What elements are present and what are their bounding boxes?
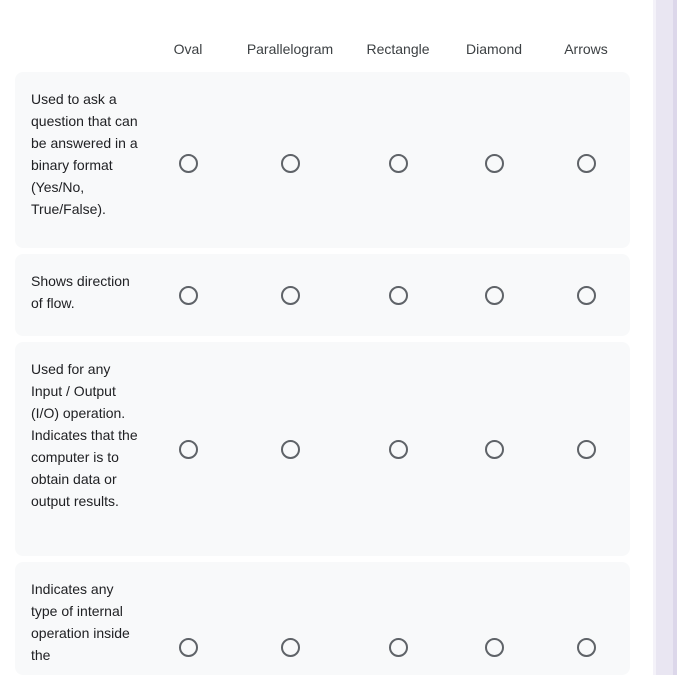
grid-row: Used for any Input / Output (I/O) operat… <box>15 342 630 556</box>
radio-option-0[interactable] <box>170 629 206 665</box>
radio-circle-icon <box>388 153 408 173</box>
radio-circle-icon <box>178 153 198 173</box>
radio-option-3[interactable] <box>476 145 512 181</box>
radio-circle-icon <box>388 439 408 459</box>
radio-option-1[interactable] <box>272 277 308 313</box>
radio-circle-icon <box>576 153 596 173</box>
radio-circle-icon <box>576 439 596 459</box>
radio-circle-icon <box>484 153 504 173</box>
grid-column-header: Diamond <box>465 41 523 57</box>
radio-option-0[interactable] <box>170 277 206 313</box>
radio-circle-icon <box>576 285 596 305</box>
page-right-gutter <box>653 0 677 675</box>
radio-option-2[interactable] <box>380 277 416 313</box>
radio-circle-icon <box>280 153 300 173</box>
radio-option-1[interactable] <box>272 145 308 181</box>
radio-option-1[interactable] <box>272 431 308 467</box>
radio-circle-icon <box>178 439 198 459</box>
grid-row-label: Used to ask a question that can be answe… <box>31 91 138 217</box>
radio-option-2[interactable] <box>380 431 416 467</box>
radio-circle-icon <box>388 285 408 305</box>
radio-option-2[interactable] <box>380 629 416 665</box>
radio-circle-icon <box>484 637 504 657</box>
radio-option-3[interactable] <box>476 629 512 665</box>
radio-option-4[interactable] <box>568 145 604 181</box>
grid-row-label: Shows direction of flow. <box>31 273 130 311</box>
grid-row: Shows direction of flow. <box>15 254 630 336</box>
grid-row-label: Used for any Input / Output (I/O) operat… <box>31 361 138 509</box>
radio-circle-icon <box>280 439 300 459</box>
radio-circle-icon <box>280 637 300 657</box>
grid-column-header: Oval <box>173 41 203 57</box>
radio-circle-icon <box>388 637 408 657</box>
radio-option-3[interactable] <box>476 277 512 313</box>
radio-option-3[interactable] <box>476 431 512 467</box>
radio-circle-icon <box>178 285 198 305</box>
grid-column-header-row: Oval Parallelogram Rectangle Diamond Arrows <box>15 0 630 72</box>
grid-column-header: Arrows <box>564 41 608 57</box>
radio-option-0[interactable] <box>170 431 206 467</box>
grid-row-label: Indicates any type of internal operation… <box>31 581 130 663</box>
radio-option-1[interactable] <box>272 629 308 665</box>
grid-row: Indicates any type of internal operation… <box>15 562 630 675</box>
radio-option-2[interactable] <box>380 145 416 181</box>
grid-column-header: Rectangle <box>366 41 430 57</box>
radio-option-4[interactable] <box>568 629 604 665</box>
gutter-outer-edge <box>673 0 677 675</box>
gutter-inner-edge <box>653 0 656 675</box>
radio-option-0[interactable] <box>170 145 206 181</box>
radio-circle-icon <box>280 285 300 305</box>
grid-column-header: Parallelogram <box>246 41 334 57</box>
radio-circle-icon <box>178 637 198 657</box>
survey-grid-question: Oval Parallelogram Rectangle Diamond Arrows … <box>0 0 653 675</box>
radio-circle-icon <box>576 637 596 657</box>
radio-circle-icon <box>484 285 504 305</box>
radio-circle-icon <box>484 439 504 459</box>
radio-option-4[interactable] <box>568 277 604 313</box>
radio-option-4[interactable] <box>568 431 604 467</box>
grid-row: Used to ask a question that can be answe… <box>15 72 630 248</box>
